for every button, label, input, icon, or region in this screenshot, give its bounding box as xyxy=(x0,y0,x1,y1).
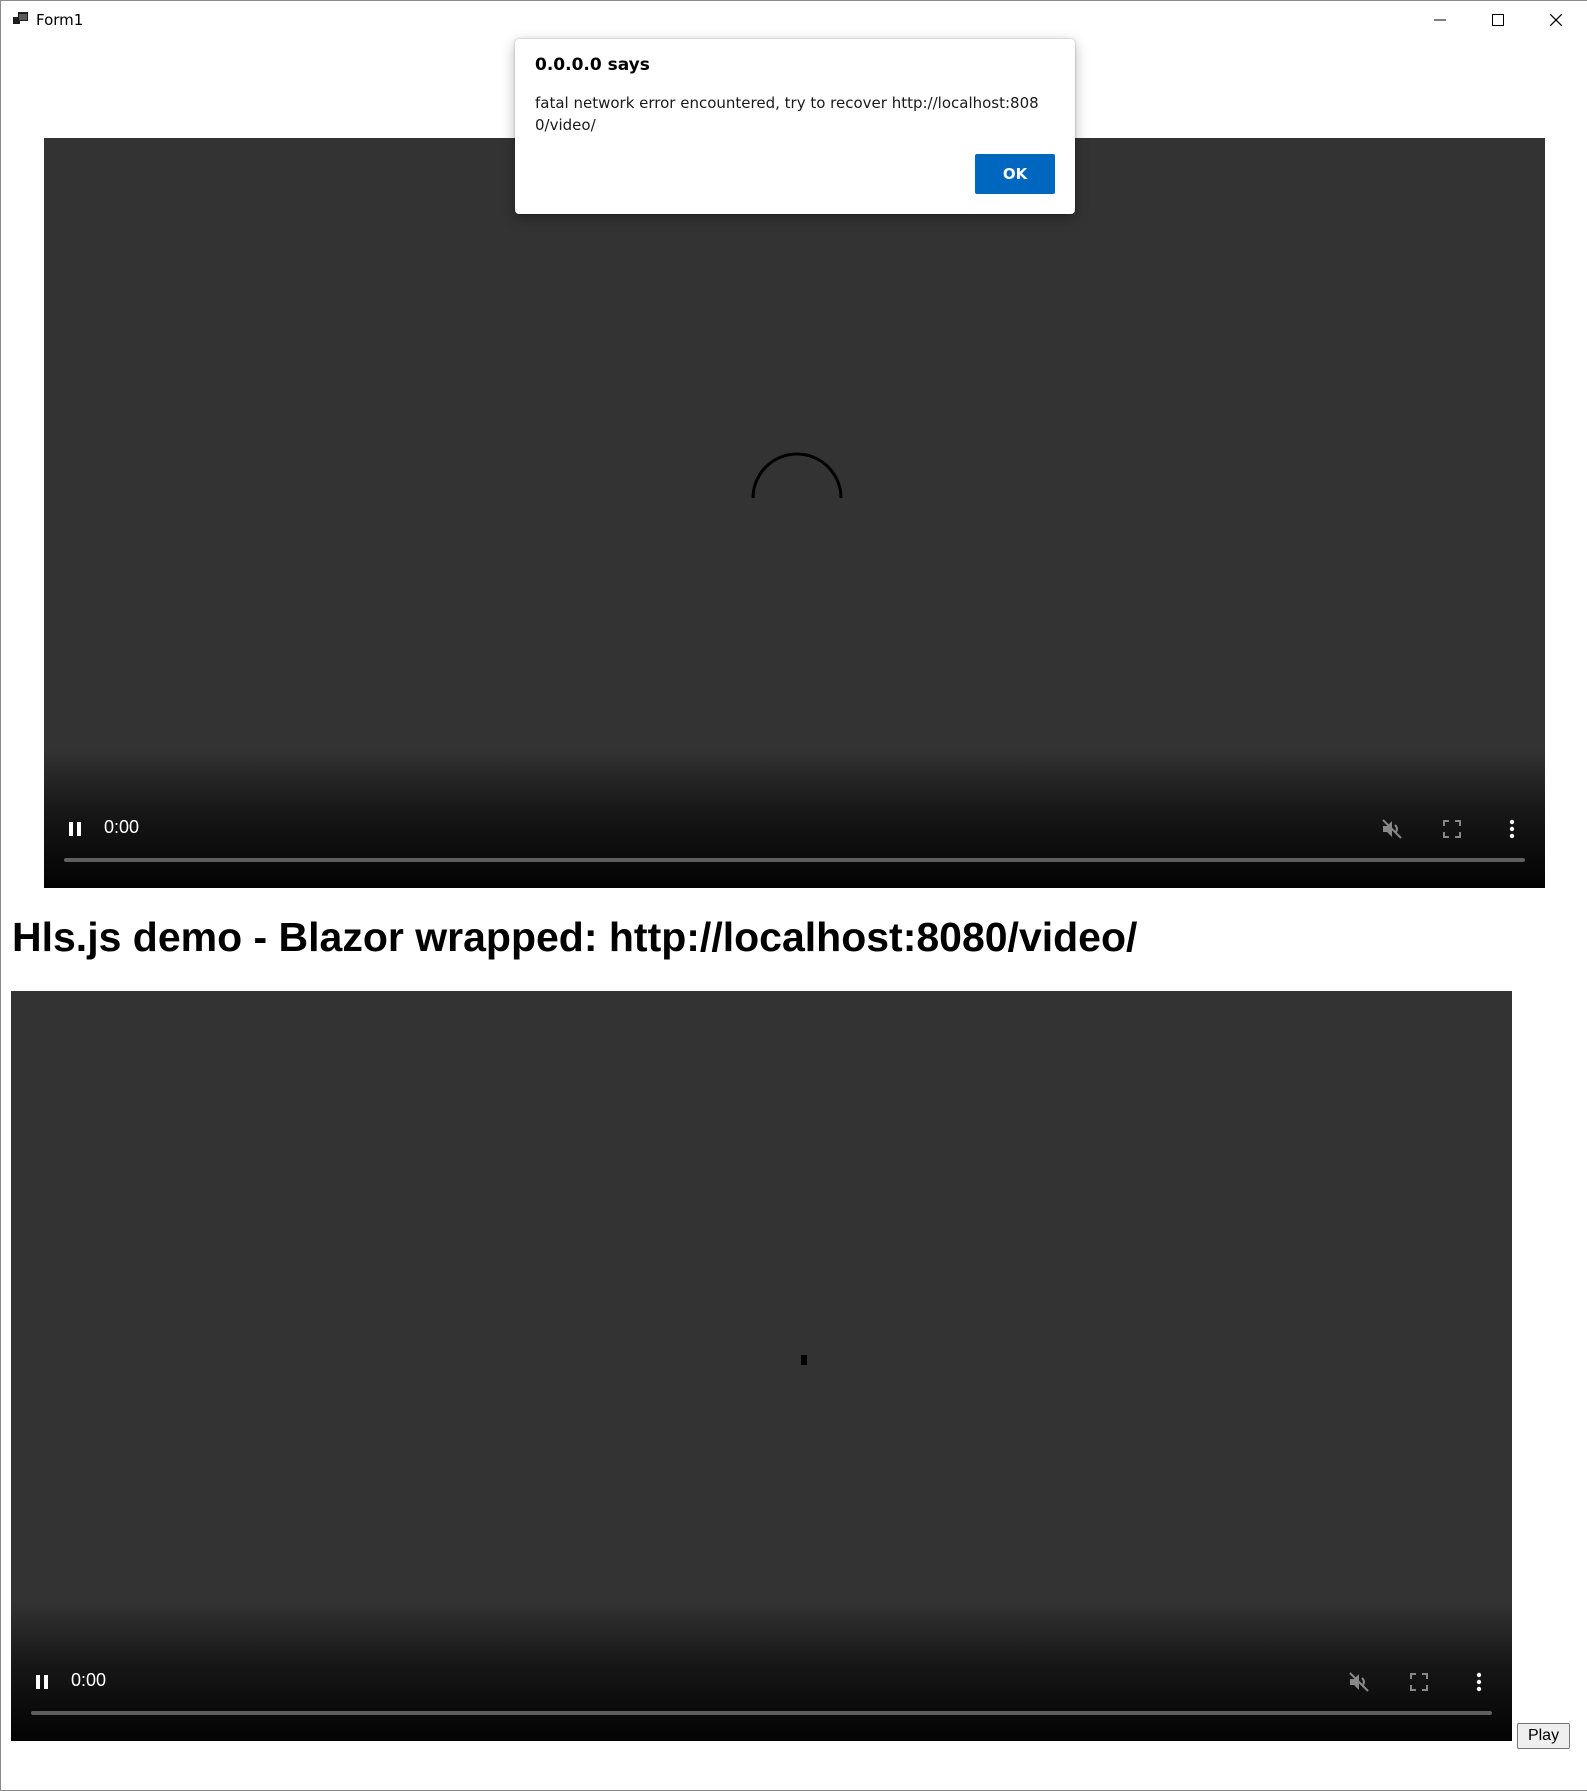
video-player-2[interactable]: 0:00 xyxy=(11,991,1512,1741)
more-options-icon xyxy=(1476,1672,1482,1692)
video-player-1[interactable]: 0:00 xyxy=(44,138,1545,888)
alert-dialog: 0.0.0.0 says fatal network error encount… xyxy=(515,39,1075,214)
form-app-icon xyxy=(13,12,28,24)
window-title: Form1 xyxy=(36,11,84,29)
dialog-message: fatal network error encountered, try to … xyxy=(535,94,1039,134)
muted-volume-icon xyxy=(1382,819,1402,839)
pause-icon xyxy=(69,822,81,836)
play-button[interactable]: Play xyxy=(1517,1723,1570,1749)
pause-button[interactable] xyxy=(27,1667,57,1697)
fullscreen-button[interactable] xyxy=(1404,1667,1434,1697)
fullscreen-button[interactable] xyxy=(1437,814,1467,844)
more-options-button[interactable] xyxy=(1464,1667,1494,1697)
more-options-button[interactable] xyxy=(1497,814,1527,844)
pause-button[interactable] xyxy=(60,814,90,844)
maximize-icon xyxy=(1492,13,1504,26)
page-heading: Hls.js demo - Blazor wrapped: http://loc… xyxy=(12,914,1138,960)
loading-spinner-icon xyxy=(751,452,843,499)
pause-icon xyxy=(36,1675,48,1689)
controls-overlay xyxy=(44,748,1545,888)
time-display: 0:00 xyxy=(104,817,140,837)
muted-volume-icon xyxy=(1349,1672,1369,1692)
progress-bar[interactable] xyxy=(64,858,1525,862)
maximize-button[interactable] xyxy=(1469,1,1527,38)
ok-button[interactable]: OK xyxy=(975,154,1055,194)
mute-button[interactable] xyxy=(1377,814,1407,844)
loading-spinner-icon xyxy=(801,1355,807,1365)
more-options-icon xyxy=(1509,819,1515,839)
minimize-button[interactable] xyxy=(1411,1,1469,38)
time-display: 0:00 xyxy=(71,1670,107,1690)
minimize-icon xyxy=(1434,19,1446,20)
close-button[interactable] xyxy=(1527,1,1585,38)
controls-overlay xyxy=(11,1601,1512,1741)
window-titlebar[interactable]: Form1 xyxy=(1,1,1587,38)
fullscreen-icon xyxy=(1410,1673,1428,1691)
app-window: Form1 0:00 Hls.js demo - Blazor wrapped:… xyxy=(0,0,1587,1791)
close-icon xyxy=(1550,13,1562,26)
mute-button[interactable] xyxy=(1344,1667,1374,1697)
progress-bar[interactable] xyxy=(31,1711,1492,1715)
fullscreen-icon xyxy=(1443,820,1461,838)
dialog-title: 0.0.0.0 says xyxy=(535,55,650,75)
